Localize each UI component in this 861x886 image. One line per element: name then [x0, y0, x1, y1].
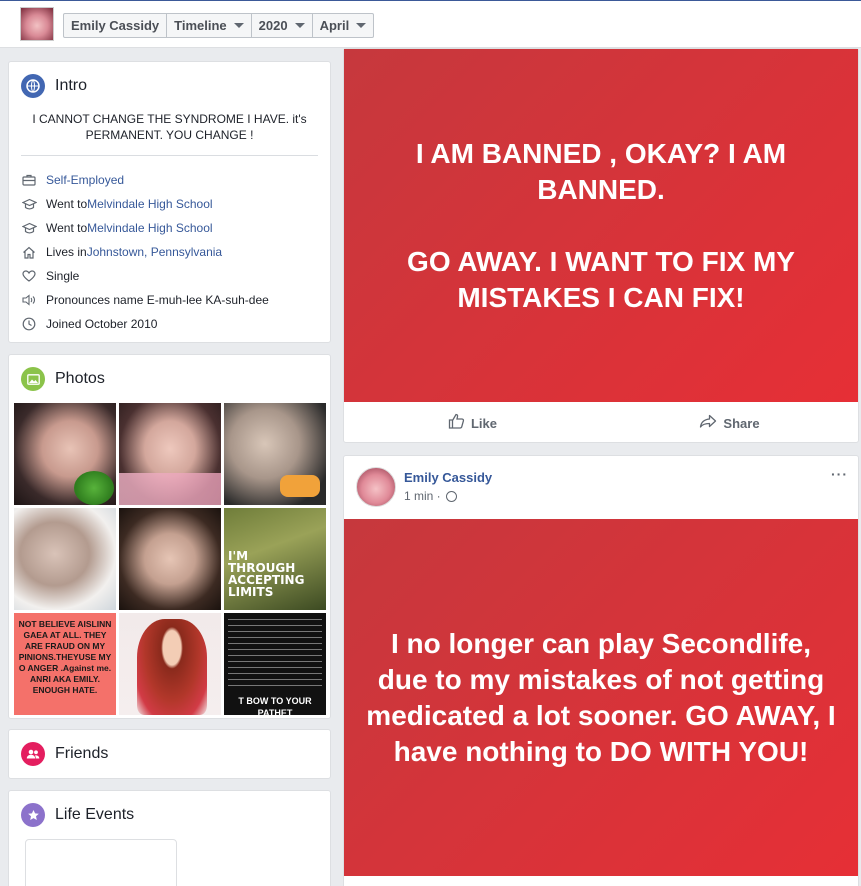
intro-header: Intro	[21, 74, 87, 98]
pronunciation-text: Pronounces name E-muh-lee KA-suh-dee	[46, 293, 269, 307]
year-label: 2020	[258, 18, 288, 33]
share-label: Share	[723, 415, 760, 431]
location-link[interactable]: Johnstown, Pennsylvania	[87, 245, 222, 259]
photo-caption: NOT BELIEVE AISLINN GAEA AT ALL. THEY AR…	[18, 619, 112, 695]
home-icon	[21, 244, 37, 260]
photo-thumbnail[interactable]: NOT BELIEVE AISLINN GAEA AT ALL. THEY AR…	[14, 613, 116, 715]
author-avatar[interactable]	[356, 467, 396, 507]
intro-item-joined: Joined October 2010	[21, 312, 269, 336]
intro-card: Intro I CANNOT CHANGE THE SYNDROME I HAV…	[8, 61, 331, 343]
section-dropdown[interactable]: Timeline	[167, 14, 252, 37]
intro-item-prefix: Went to	[46, 197, 88, 211]
friends-icon	[21, 742, 45, 766]
photo-thumbnail[interactable]	[14, 508, 116, 610]
intro-bio: I CANNOT CHANGE THE SYNDROME I HAVE. it'…	[32, 112, 307, 142]
year-dropdown[interactable]: 2020	[252, 14, 313, 37]
photo-thumbnail[interactable]	[224, 403, 326, 505]
profile-name-link[interactable]: Emily Cassidy	[64, 14, 168, 37]
relationship-text: Single	[46, 269, 80, 283]
post-actions: Like Share	[344, 404, 858, 442]
life-event-tile[interactable]	[25, 839, 177, 886]
intro-item-pronunciation: Pronounces name E-muh-lee KA-suh-dee	[21, 288, 269, 312]
star-icon	[21, 803, 45, 827]
divider	[21, 155, 318, 156]
intro-title: Intro	[55, 77, 88, 94]
school-link[interactable]: Melvindale High School	[87, 221, 212, 235]
profile-header-bar: Emily Cassidy Timeline 2020 April	[0, 0, 861, 48]
life-events-title: Life Events	[55, 806, 135, 823]
section-label: Timeline	[174, 18, 227, 33]
friends-header[interactable]: Friends	[21, 742, 108, 766]
friends-title: Friends	[55, 745, 109, 762]
post-text-line: GO AWAY. I WANT TO FIX MY MISTAKES I CAN…	[407, 245, 803, 313]
post-card: Emily Cassidy 1 min · ··· I no longer ca…	[343, 455, 859, 886]
post-meta: 1 min ·	[404, 489, 457, 503]
photo-thumbnail[interactable]	[119, 613, 221, 715]
graduation-cap-icon	[21, 196, 37, 212]
chevron-down-icon	[356, 23, 367, 28]
post-text-background: I AM BANNED , OKAY? I AM BANNED. GO AWAY…	[344, 49, 858, 402]
briefcase-icon	[21, 172, 37, 188]
post-text: I no longer can play Secondlife, due to …	[366, 627, 836, 767]
friends-card: Friends	[8, 729, 331, 779]
work-link[interactable]: Self-Employed	[46, 173, 124, 187]
photo-thumbnail[interactable]: T BOW TO YOUR PATHET	[224, 613, 326, 715]
photo-thumbnail[interactable]	[14, 403, 116, 505]
intro-item-education: Went to Melvindale High School	[21, 192, 269, 216]
profile-avatar[interactable]	[20, 7, 54, 41]
intro-item-work: Self-Employed	[21, 168, 269, 192]
like-label: Like	[470, 415, 497, 431]
post-timestamp[interactable]: 1 min ·	[404, 489, 441, 503]
post-text-line: I AM BANNED , OKAY? I AM BANNED.	[415, 137, 794, 205]
photo-caption: I'M THROUGH ACCEPTING LIMITS	[228, 549, 305, 599]
life-events-card: Life Events	[8, 790, 331, 886]
intro-details-list: Self-Employed Went to Melvindale High Sc…	[21, 168, 269, 336]
more-options-icon[interactable]: ···	[831, 466, 848, 482]
intro-item-prefix: Went to	[46, 221, 88, 235]
post-card: I AM BANNED , OKAY? I AM BANNED. GO AWAY…	[343, 48, 859, 443]
share-arrow-icon	[699, 414, 717, 432]
like-button[interactable]: Like	[344, 404, 601, 442]
intro-item-location: Lives in Johnstown, Pennsylvania	[21, 240, 269, 264]
photo-thumbnail[interactable]	[119, 403, 221, 505]
thumbs-up-icon	[448, 413, 465, 433]
photo-thumbnail[interactable]	[119, 508, 221, 610]
photo-thumbnail[interactable]: I'M THROUGH ACCEPTING LIMITS	[224, 508, 326, 610]
share-button[interactable]: Share	[601, 404, 858, 442]
text-lines	[228, 619, 322, 689]
post-text-background: I no longer can play Secondlife, due to …	[344, 519, 858, 876]
speaker-icon[interactable]	[21, 292, 37, 308]
photos-title: Photos	[55, 370, 105, 387]
clover-decoration	[74, 471, 114, 505]
post-text: I AM BANNED , OKAY? I AM BANNED. GO AWAY…	[374, 136, 828, 316]
globe-icon	[21, 74, 45, 98]
intro-item-prefix: Lives in	[46, 245, 87, 259]
graduation-cap-icon	[21, 220, 37, 236]
photo-icon	[21, 367, 45, 391]
post-author-link[interactable]: Emily Cassidy	[404, 470, 492, 485]
emoji-decoration	[280, 475, 320, 497]
life-events-header[interactable]: Life Events	[21, 803, 134, 827]
heart-icon	[21, 268, 37, 284]
intro-item-relationship: Single	[21, 264, 269, 288]
photos-card: Photos I'M THROUGH ACCEPTING LIMITS NOT …	[8, 354, 331, 719]
month-label: April	[319, 18, 350, 33]
globe-icon	[445, 490, 457, 502]
chevron-down-icon	[233, 23, 244, 28]
month-dropdown[interactable]: April	[313, 14, 374, 37]
intro-item-education: Went to Melvindale High School	[21, 216, 269, 240]
clock-icon	[21, 316, 37, 332]
timeline-navigator: Emily Cassidy Timeline 2020 April	[63, 13, 375, 38]
chevron-down-icon	[294, 23, 305, 28]
photos-header[interactable]: Photos	[21, 367, 105, 391]
joined-text: Joined October 2010	[46, 317, 158, 331]
photo-caption: T BOW TO YOUR PATHET	[238, 696, 312, 715]
school-link[interactable]: Melvindale High School	[87, 197, 212, 211]
illustration-figure	[137, 619, 207, 715]
filter-overlay	[119, 473, 221, 505]
